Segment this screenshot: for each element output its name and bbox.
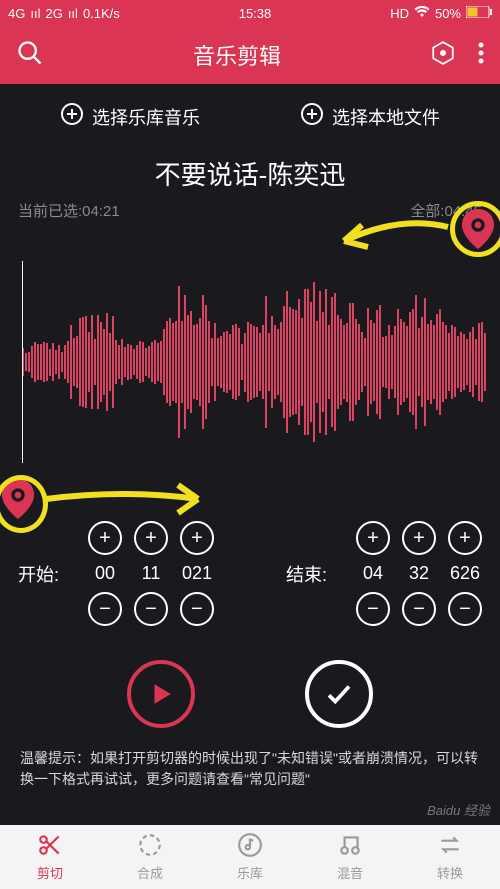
annotation-arrow-start: [44, 479, 204, 519]
start-time-group: 开始: + 00 − + 11 − + 021 −: [18, 521, 214, 626]
end-mm-minus[interactable]: −: [356, 592, 390, 626]
select-library-button[interactable]: 选择乐库音乐: [60, 102, 200, 131]
confirm-button[interactable]: [305, 660, 373, 728]
song-title: 不要说话-陈奕迅: [0, 149, 500, 200]
nav-convert[interactable]: 转换: [400, 825, 500, 889]
end-label: 结束:: [286, 561, 344, 587]
mix-icon: [337, 832, 363, 861]
end-ms-minus[interactable]: −: [448, 592, 482, 626]
end-mm: 04: [363, 563, 383, 584]
cube-icon[interactable]: [430, 40, 456, 71]
more-icon[interactable]: [478, 41, 484, 70]
nav-library-label: 乐库: [237, 863, 263, 882]
start-ss: 11: [142, 563, 161, 584]
status-bar: 4G ııl 2G ııl 0.1K/s 15:38 HD 50%: [0, 0, 500, 26]
bottom-nav: 剪切 合成 乐库 混音 转换: [0, 825, 500, 889]
start-ss-minus[interactable]: −: [134, 592, 168, 626]
battery-pct: 50%: [435, 6, 461, 21]
nav-library[interactable]: 乐库: [200, 825, 300, 889]
annotation-arrow-end: [340, 211, 450, 261]
end-time-group: 结束: + 04 − + 32 − + 626 −: [286, 521, 482, 626]
select-local-button[interactable]: 选择本地文件: [300, 102, 440, 131]
end-ss-plus[interactable]: +: [402, 521, 436, 555]
net-speed: 0.1K/s: [83, 6, 120, 21]
source-row: 选择乐库音乐 选择本地文件: [0, 84, 500, 149]
end-mm-plus[interactable]: +: [356, 521, 390, 555]
nav-convert-label: 转换: [437, 863, 463, 882]
merge-icon: [137, 832, 163, 861]
play-button[interactable]: [127, 660, 195, 728]
start-ss-plus[interactable]: +: [134, 521, 168, 555]
battery-icon: [466, 6, 492, 21]
music-icon: [237, 832, 263, 861]
start-ms: 021: [182, 563, 212, 584]
start-mm-minus[interactable]: −: [88, 592, 122, 626]
nav-merge[interactable]: 合成: [100, 825, 200, 889]
plus-circle-icon: [60, 102, 84, 131]
annotation-circle-end: [450, 201, 500, 257]
waveform[interactable]: [22, 267, 488, 457]
waveform-area[interactable]: [0, 267, 500, 457]
wifi-icon: [414, 6, 430, 21]
end-ss-minus[interactable]: −: [402, 592, 436, 626]
convert-icon: [437, 832, 463, 861]
watermark: Baidu 经验: [427, 800, 490, 819]
search-icon[interactable]: [16, 39, 44, 72]
page-title: 音乐剪辑: [193, 39, 281, 71]
action-row: [0, 630, 500, 742]
end-ms-plus[interactable]: +: [448, 521, 482, 555]
start-ms-minus[interactable]: −: [180, 592, 214, 626]
start-mm-plus[interactable]: +: [88, 521, 122, 555]
plus-circle-icon: [300, 102, 324, 131]
end-ms: 626: [450, 563, 480, 584]
scissors-icon: [37, 832, 63, 861]
nav-mix-label: 混音: [337, 863, 363, 882]
end-ss: 32: [409, 563, 429, 584]
time-controls: 开始: + 00 − + 11 − + 021 − 结束: + 04: [0, 511, 500, 630]
start-ms-plus[interactable]: +: [180, 521, 214, 555]
playhead[interactable]: [22, 261, 23, 463]
signal-icon: ııl: [30, 6, 40, 21]
start-mm: 00: [95, 563, 115, 584]
nav-cut[interactable]: 剪切: [0, 825, 100, 889]
nav-merge-label: 合成: [137, 863, 163, 882]
nav-cut-label: 剪切: [37, 863, 63, 882]
network-4g: 4G: [8, 6, 25, 21]
start-label: 开始:: [18, 561, 76, 587]
signal-icon-2: ııl: [68, 6, 78, 21]
selected-time: 当前已选:04:21: [18, 200, 120, 221]
hd-label: HD: [390, 6, 409, 21]
nav-mix[interactable]: 混音: [300, 825, 400, 889]
app-header: 音乐剪辑: [0, 26, 500, 84]
select-library-label: 选择乐库音乐: [92, 104, 200, 130]
network-2g: 2G: [45, 6, 62, 21]
clock: 15:38: [239, 6, 272, 21]
hint-text: 温馨提示：如果打开剪切器的时候出现了"未知错误"或者崩溃情况，可以转换一下格式再…: [0, 742, 500, 796]
select-local-label: 选择本地文件: [332, 104, 440, 130]
